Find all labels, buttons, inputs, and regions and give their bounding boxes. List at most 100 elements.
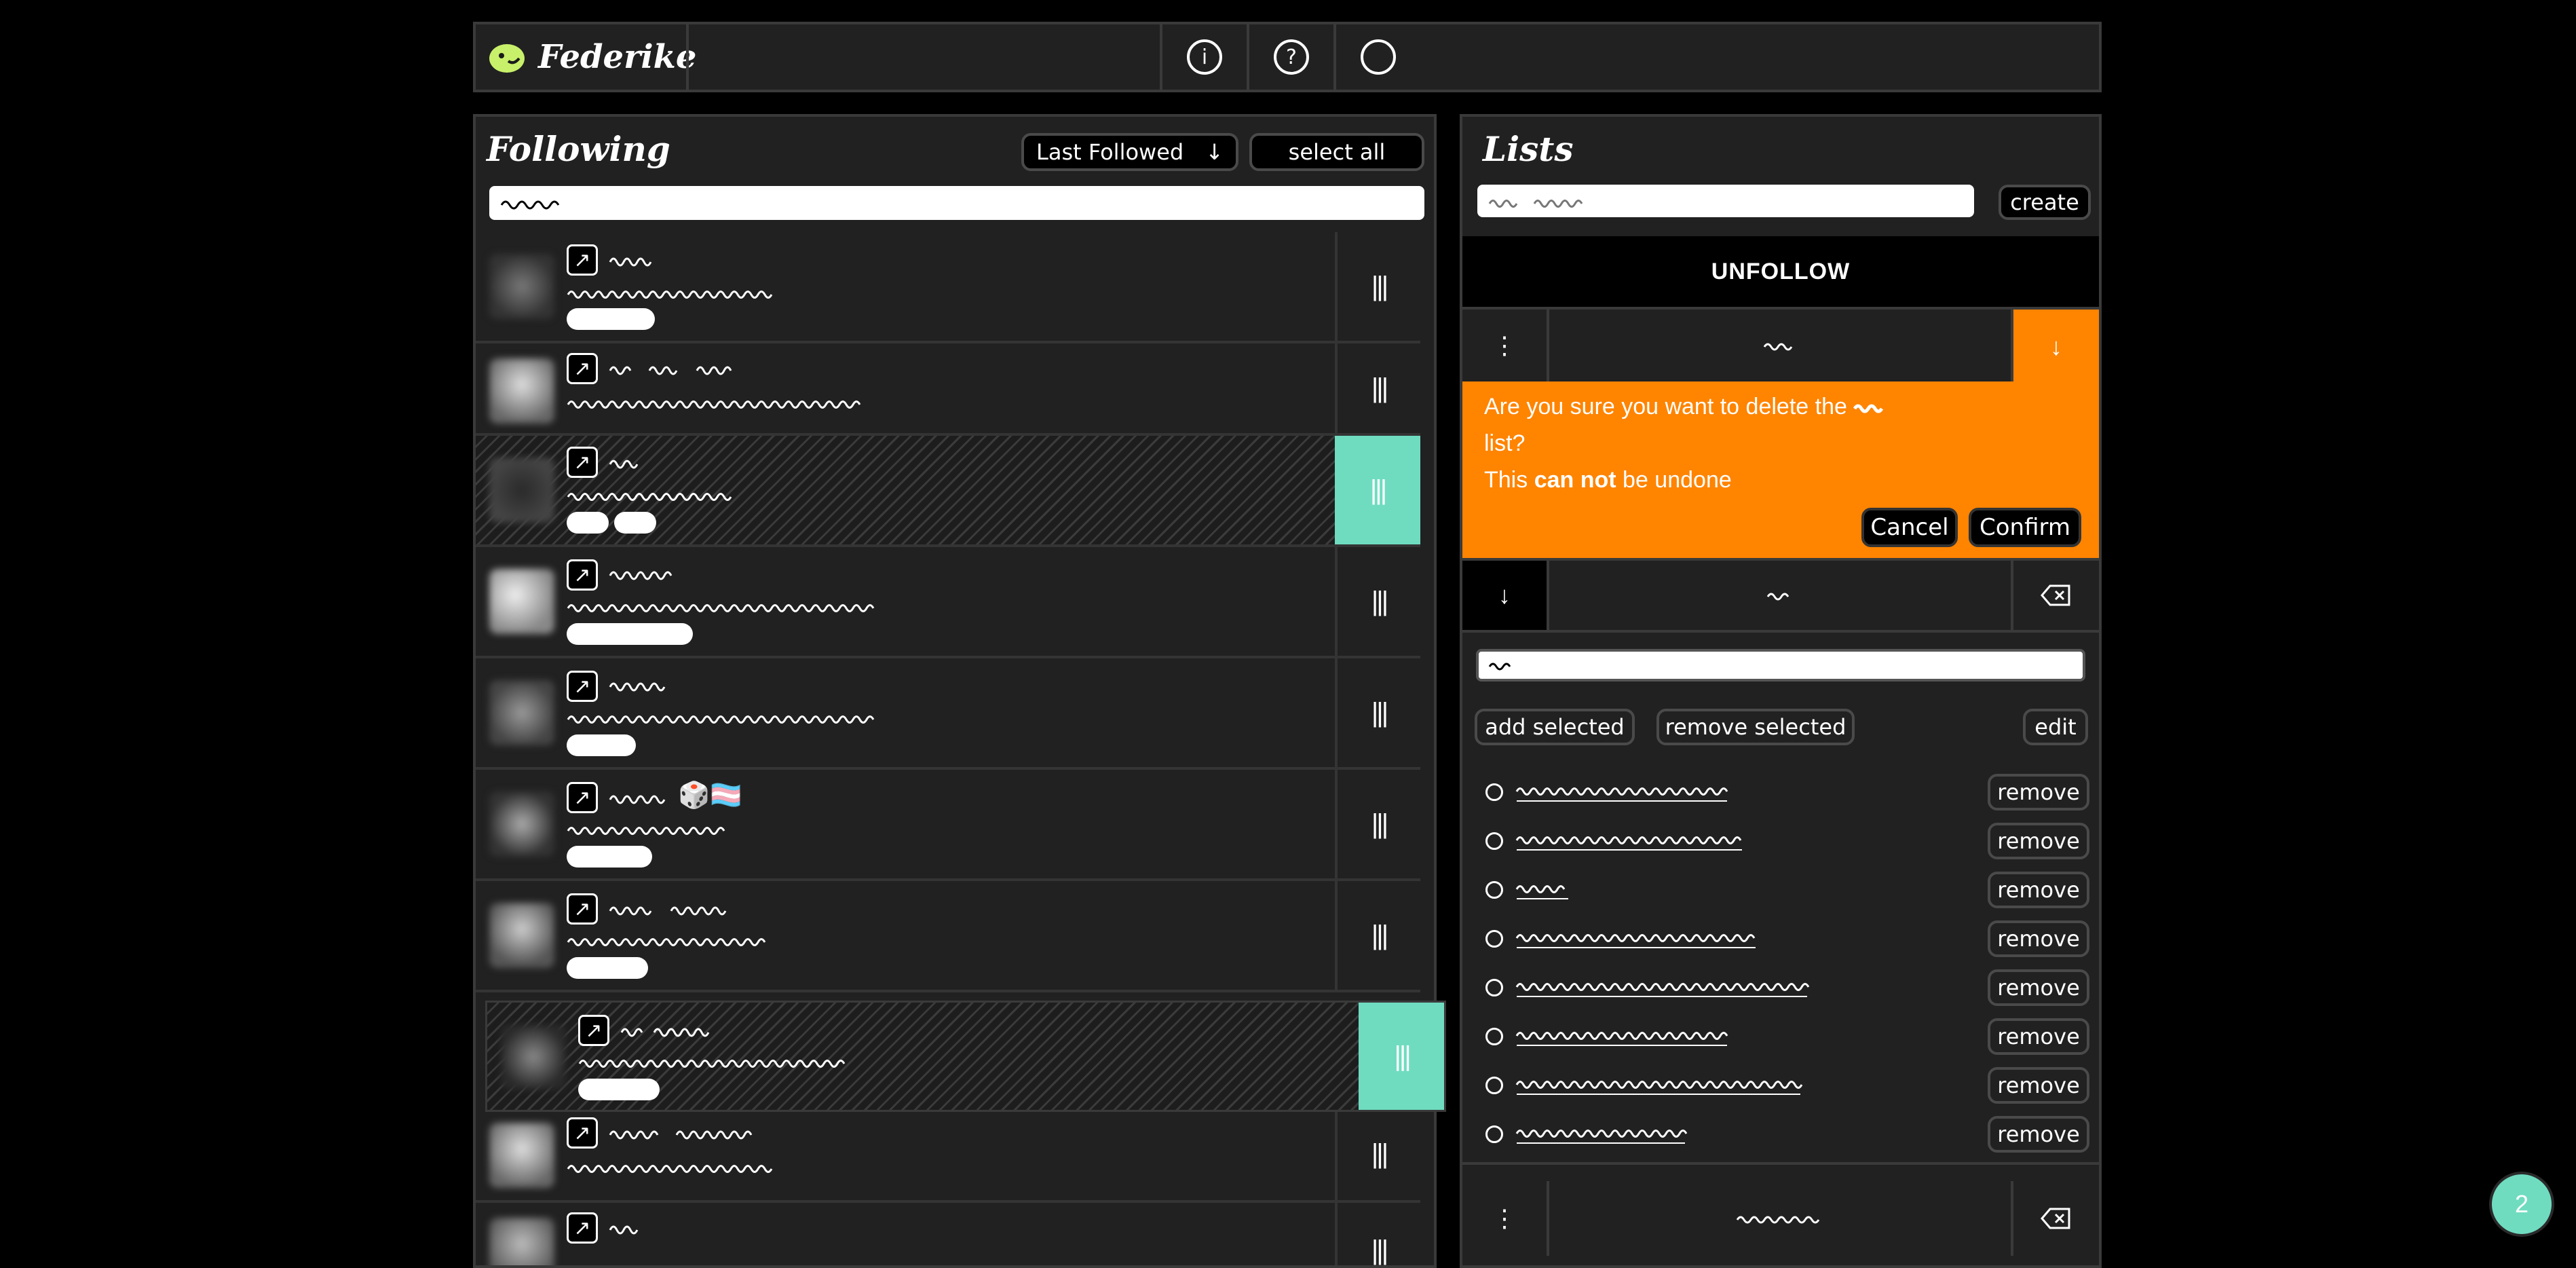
member-link-scribble[interactable] xyxy=(1515,975,1814,999)
list-menu-button[interactable]: ⋮ xyxy=(1462,1181,1547,1256)
select-radio[interactable] xyxy=(1485,1077,1503,1094)
open-external-icon[interactable]: ↗ xyxy=(567,893,598,925)
open-external-icon[interactable]: ↗ xyxy=(567,559,598,591)
following-row-2[interactable]: ↗ ||| xyxy=(476,343,1420,436)
select-radio[interactable] xyxy=(1485,832,1503,850)
remove-member-button[interactable]: remove xyxy=(1988,1116,2089,1153)
remove-label: remove xyxy=(1997,1024,2080,1049)
move-down-button[interactable]: ↓ xyxy=(2013,310,2099,384)
select-radio[interactable] xyxy=(1485,1028,1503,1045)
drag-handle[interactable]: ||| xyxy=(1335,232,1420,341)
following-row-6[interactable]: ↗ 🎲🏳️‍⚧️ ||| xyxy=(476,770,1420,881)
open-external-icon[interactable]: ↗ xyxy=(567,244,598,276)
following-row-7[interactable]: ↗ ||| xyxy=(476,881,1420,992)
list-name[interactable] xyxy=(1547,310,2013,381)
sort-label: Last Followed xyxy=(1036,139,1184,165)
select-radio[interactable] xyxy=(1485,783,1503,801)
open-external-icon[interactable]: ↗ xyxy=(567,1117,598,1149)
account-circle-icon xyxy=(1361,39,1396,75)
help-button[interactable]: ? xyxy=(1247,24,1333,90)
remove-label: remove xyxy=(1997,1073,2080,1098)
delete-list-button[interactable] xyxy=(2013,561,2099,630)
avatar xyxy=(489,569,554,634)
member-link-scribble[interactable] xyxy=(1515,779,1732,804)
remove-member-button[interactable]: remove xyxy=(1988,1067,2089,1104)
list-member-row: remove xyxy=(1462,866,2099,915)
cancel-button[interactable]: Cancel xyxy=(1861,508,1958,547)
drag-handle[interactable]: ||| xyxy=(1335,881,1420,990)
member-link-scribble[interactable] xyxy=(1515,1024,1732,1048)
drag-handle[interactable]: ||| xyxy=(1359,1003,1444,1110)
create-list-button[interactable]: create xyxy=(1999,185,2091,220)
member-link-scribble[interactable] xyxy=(1515,1121,1692,1146)
open-external-icon[interactable]: ↗ xyxy=(567,1212,598,1244)
collapse-list-button[interactable]: ↓ xyxy=(1462,561,1547,630)
list-search-input[interactable] xyxy=(1476,649,2085,682)
open-external-icon[interactable]: ↗ xyxy=(567,671,598,702)
backspace-icon xyxy=(2041,584,2070,606)
following-row-9[interactable]: ↗ ||| xyxy=(476,1108,1420,1203)
remove-member-button[interactable]: remove xyxy=(1988,1018,2089,1055)
app-title[interactable]: Federike xyxy=(538,38,696,76)
select-radio[interactable] xyxy=(1485,881,1503,899)
member-link-scribble[interactable] xyxy=(1515,926,1760,950)
list-3-header: ⋮ xyxy=(1462,1181,2099,1256)
handle-scribble xyxy=(567,400,861,409)
new-list-input[interactable] xyxy=(1477,185,1974,217)
cancel-label: Cancel xyxy=(1870,514,1949,541)
following-row-5[interactable]: ↗ ||| xyxy=(476,658,1420,770)
open-external-icon[interactable]: ↗ xyxy=(578,1015,609,1046)
list-tag xyxy=(614,512,656,534)
avatar xyxy=(489,903,554,968)
remove-member-button[interactable]: remove xyxy=(1988,774,2089,810)
drag-handle[interactable]: ||| xyxy=(1335,547,1420,656)
list-name[interactable] xyxy=(1547,1181,2013,1256)
selected-count-fab[interactable]: 2 xyxy=(2489,1172,2554,1237)
confirm-text-3b: can not xyxy=(1534,467,1616,493)
confirm-line-2: list? xyxy=(1484,430,1526,456)
account-button[interactable] xyxy=(1333,24,1420,90)
logo[interactable] xyxy=(488,41,526,75)
select-radio[interactable] xyxy=(1485,1125,1503,1143)
following-row-4[interactable]: ↗ ||| xyxy=(476,547,1420,658)
confirm-button[interactable]: Confirm xyxy=(1969,508,2081,547)
open-external-icon[interactable]: ↗ xyxy=(567,353,598,384)
member-link-scribble[interactable] xyxy=(1515,828,1746,853)
member-link-scribble[interactable] xyxy=(1515,877,1576,901)
drag-handle[interactable]: ||| xyxy=(1335,658,1420,767)
list-tag xyxy=(567,846,652,868)
following-search-input[interactable] xyxy=(489,186,1424,220)
drag-handle[interactable]: ||| xyxy=(1335,1108,1420,1200)
remove-member-button[interactable]: remove xyxy=(1988,872,2089,908)
open-external-icon[interactable]: ↗ xyxy=(567,782,598,813)
delete-list-button[interactable] xyxy=(2013,1181,2099,1256)
edit-list-button[interactable]: edit xyxy=(2023,709,2088,745)
remove-selected-button[interactable]: remove selected xyxy=(1656,709,1855,745)
dragged-row[interactable]: ↗ ||| xyxy=(485,1001,1446,1112)
list-menu-button[interactable]: ⋮ xyxy=(1462,310,1547,381)
member-link-scribble[interactable] xyxy=(1515,1073,1807,1097)
select-all-button[interactable]: select all xyxy=(1249,133,1424,171)
add-selected-button[interactable]: add selected xyxy=(1475,709,1635,745)
sort-dropdown[interactable]: Last Followed ↓ xyxy=(1021,133,1238,171)
avatar xyxy=(489,680,554,745)
drag-handle[interactable]: ||| xyxy=(1335,770,1420,878)
info-button[interactable]: i xyxy=(1160,24,1247,90)
following-row-3-selected[interactable]: ↗ ||| xyxy=(476,436,1420,547)
remove-member-button[interactable]: remove xyxy=(1988,823,2089,859)
select-radio[interactable] xyxy=(1485,930,1503,948)
following-row-1[interactable]: ↗ ||| xyxy=(476,232,1420,343)
drag-handle[interactable]: ||| xyxy=(1335,343,1420,433)
open-external-icon[interactable]: ↗ xyxy=(567,447,598,478)
unfollow-list[interactable]: UNFOLLOW xyxy=(1462,236,2099,307)
list-2-header: ↓ xyxy=(1462,558,2099,633)
list-member-row: remove xyxy=(1462,1062,2099,1111)
remove-member-button[interactable]: remove xyxy=(1988,969,2089,1006)
list-name[interactable] xyxy=(1547,561,2013,630)
display-name-scribble xyxy=(609,795,666,804)
drag-handle-icon: ||| xyxy=(1371,808,1388,839)
select-radio[interactable] xyxy=(1485,979,1503,996)
remove-member-button[interactable]: remove xyxy=(1988,920,2089,957)
drag-handle[interactable]: ||| xyxy=(1335,436,1420,544)
create-label: create xyxy=(2010,189,2079,215)
